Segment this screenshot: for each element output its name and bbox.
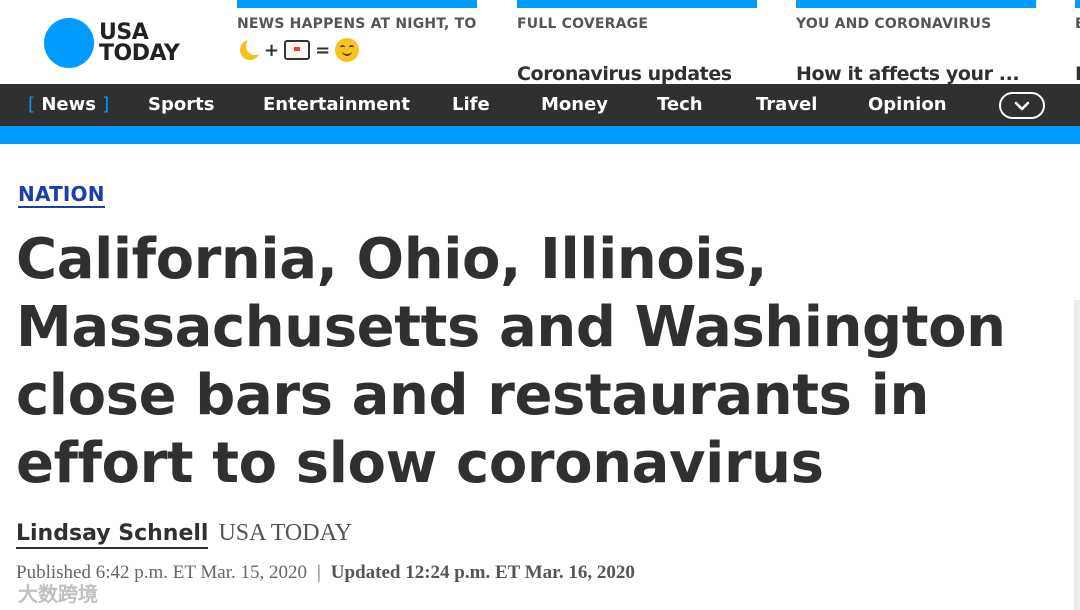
nav-item-travel[interactable]: Travel xyxy=(756,84,817,126)
main-nav: [ News ] Sports Entertainment Life Money… xyxy=(0,84,1080,126)
author-outlet: USA TODAY xyxy=(218,520,353,546)
scroll-edge xyxy=(1074,300,1080,610)
nav-item-sports[interactable]: Sports xyxy=(148,84,214,126)
article-headline: California, Ohio, Illinois, Massachusett… xyxy=(16,227,1006,496)
section-link-nation[interactable]: NATION xyxy=(18,182,105,208)
author-link[interactable]: Lindsay Schnell xyxy=(16,521,209,549)
dateline-separator: | xyxy=(316,562,321,583)
promo-headline: How it affects your ... xyxy=(796,63,1020,84)
promo-accent-bar xyxy=(796,0,1036,8)
promo-accent-bar xyxy=(517,0,757,8)
tv-icon xyxy=(284,40,311,60)
byline: Lindsay Schnell USA TODAY xyxy=(16,520,352,549)
equals-symbol: = xyxy=(315,39,331,61)
nav-item-life[interactable]: Life xyxy=(452,84,490,126)
nav-accent-strip xyxy=(0,126,1080,144)
promo-headline: Coronavirus updates xyxy=(517,63,732,84)
promo-headline: E xyxy=(1075,40,1080,84)
smile-face-icon xyxy=(335,38,360,62)
plus-symbol: + xyxy=(264,39,280,61)
promo-emoji-headline: + = xyxy=(237,37,360,62)
top-promo-bar: USA TODAY NEWS HAPPENS AT NIGHT, TOO + =… xyxy=(0,0,1080,84)
nav-item-money[interactable]: Money xyxy=(541,84,608,126)
more-nav-button[interactable] xyxy=(999,92,1045,119)
logo-text: USA TODAY xyxy=(99,20,180,66)
nav-item-tech[interactable]: Tech xyxy=(657,84,703,126)
moon-icon xyxy=(237,37,264,61)
usa-today-logo[interactable]: USA TODAY xyxy=(44,18,180,68)
promo-you-and-coronavirus[interactable]: YOU AND CORONAVIRUS How it affects your … xyxy=(796,0,1036,84)
updated-timestamp: Updated 12:24 p.m. ET Mar. 16, 2020 xyxy=(330,562,635,583)
promo-kicker: NEWS HAPPENS AT NIGHT, TOO xyxy=(237,16,477,32)
promo-full-coverage[interactable]: FULL COVERAGE Coronavirus updates xyxy=(517,0,757,84)
nav-item-entertainment[interactable]: Entertainment xyxy=(263,84,410,126)
promo-kicker: E xyxy=(1075,16,1080,32)
promo-accent-bar xyxy=(237,0,477,8)
nav-item-opinion[interactable]: Opinion xyxy=(868,84,947,126)
logo-dot-icon xyxy=(44,18,94,68)
chevron-down-icon xyxy=(1014,101,1030,111)
promo-night[interactable]: NEWS HAPPENS AT NIGHT, TOO + = xyxy=(237,0,477,84)
nav-item-news[interactable]: [ News ] xyxy=(28,84,109,126)
promo-accent-bar xyxy=(1075,0,1080,8)
promo-kicker: FULL COVERAGE xyxy=(517,16,649,32)
article-dateline: Published 6:42 p.m. ET Mar. 15, 2020 | U… xyxy=(16,562,635,584)
watermark: 大数跨境 xyxy=(18,582,98,606)
promo-clipped[interactable]: E E xyxy=(1075,0,1080,84)
promo-kicker: YOU AND CORONAVIRUS xyxy=(796,16,992,32)
